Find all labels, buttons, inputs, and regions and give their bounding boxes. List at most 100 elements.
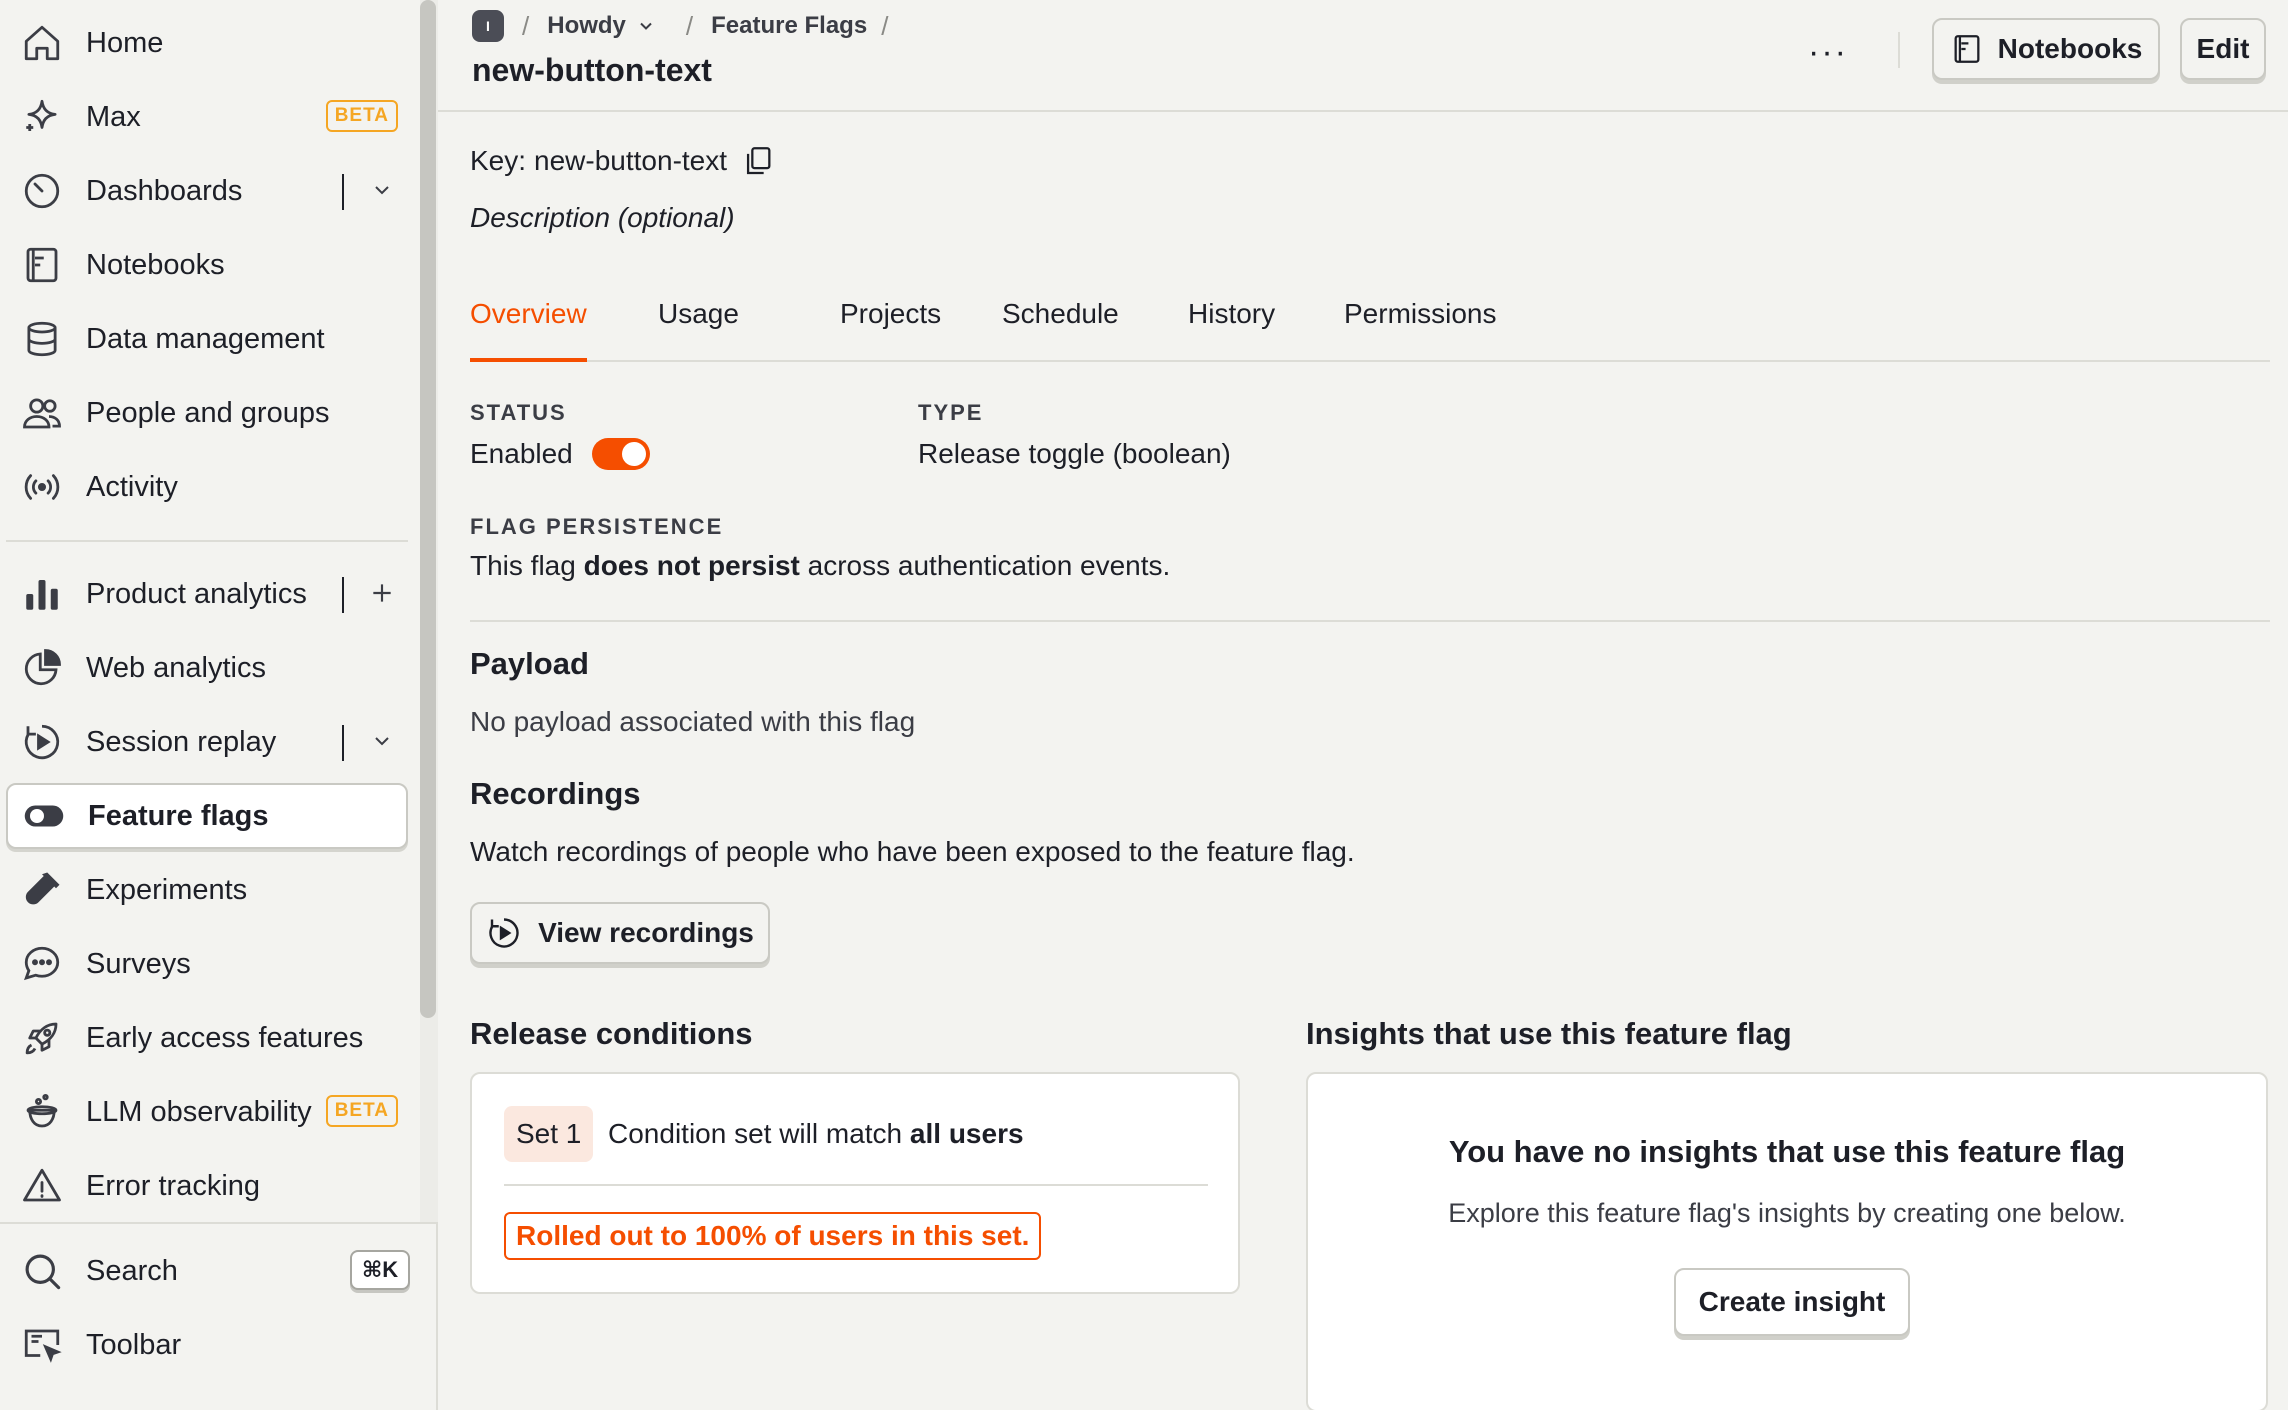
recordings-title: Recordings xyxy=(470,776,641,811)
sidebar-item-label: Error tracking xyxy=(86,1169,261,1202)
notebooks-button[interactable]: Notebooks xyxy=(1932,18,2160,80)
view-recordings-label: View recordings xyxy=(538,917,754,948)
notebook-icon xyxy=(1950,32,1984,66)
bar-chart-icon xyxy=(20,572,64,616)
breadcrumb-project[interactable]: Howdy xyxy=(547,12,626,40)
type-value: Release toggle (boolean) xyxy=(918,438,1231,469)
people-icon xyxy=(20,391,64,435)
gauge-icon xyxy=(20,169,64,213)
sidebar-item-product-analytics[interactable]: Product analytics xyxy=(6,561,408,627)
sidebar: Home Max BETA Dashboards Notebooks Data … xyxy=(0,0,438,1410)
sidebar-item-label: Data management xyxy=(86,322,325,355)
sparkle-icon xyxy=(20,95,64,139)
search-icon xyxy=(20,1249,64,1293)
sidebar-bottom: Search ⌘K Toolbar xyxy=(0,1222,436,1410)
sidebar-item-max[interactable]: Max BETA xyxy=(6,84,408,150)
sidebar-item-people-and-groups[interactable]: People and groups xyxy=(6,380,408,446)
insights-title: Insights that use this feature flag xyxy=(1306,1016,1792,1051)
sidebar-item-label: Surveys xyxy=(86,947,191,980)
rollout-badge: Rolled out to 100% of users in this set. xyxy=(504,1212,1042,1260)
sidebar-item-label: Notebooks xyxy=(86,248,225,281)
tab-overview[interactable]: Overview xyxy=(470,298,587,362)
sidebar-item-surveys[interactable]: Surveys xyxy=(6,931,408,997)
flag-key-row: Key: new-button-text xyxy=(470,144,775,178)
sidebar-item-feature-flags[interactable]: Feature flags xyxy=(6,783,408,849)
copy-icon[interactable] xyxy=(741,144,775,178)
status-toggle[interactable] xyxy=(592,438,650,470)
sidebar-item-label: Product analytics xyxy=(86,577,307,610)
chevron-down-icon[interactable] xyxy=(362,170,402,210)
chevron-down-icon[interactable] xyxy=(362,721,402,761)
divider xyxy=(1898,32,1900,68)
sidebar-item-label: Early access features xyxy=(86,1021,364,1054)
sidebar-scrollbar-thumb[interactable] xyxy=(420,0,436,1018)
sidebar-item-dashboards[interactable]: Dashboards xyxy=(6,158,408,224)
home-icon xyxy=(20,21,64,65)
edit-button-label: Edit xyxy=(2196,33,2250,64)
condition-text-pre: Condition set will match xyxy=(608,1118,903,1149)
persistence-text-post: across authentication events. xyxy=(807,550,1171,581)
broadcast-icon xyxy=(20,465,64,509)
sidebar-item-label: Web analytics xyxy=(86,651,266,684)
divider xyxy=(342,174,344,210)
breadcrumb-section[interactable]: Feature Flags xyxy=(711,12,867,40)
sidebar-item-session-replay[interactable]: Session replay xyxy=(6,709,408,775)
sidebar-item-llm-observability[interactable]: LLM observability BETA xyxy=(6,1079,408,1145)
tab-permissions[interactable]: Permissions xyxy=(1344,298,1496,362)
plus-icon[interactable] xyxy=(362,573,402,613)
sidebar-item-label: Toolbar xyxy=(86,1328,182,1361)
rocket-icon xyxy=(20,1016,64,1060)
sidebar-item-search[interactable]: Search ⌘K xyxy=(6,1238,410,1304)
pie-chart-icon xyxy=(20,646,64,690)
persistence-label: FLAG PERSISTENCE xyxy=(470,514,724,539)
tab-projects[interactable]: Projects xyxy=(840,298,941,362)
chevron-down-icon[interactable] xyxy=(636,16,656,36)
sidebar-nav: Home Max BETA Dashboards Notebooks Data … xyxy=(0,0,420,1222)
sidebar-item-error-tracking[interactable]: Error tracking xyxy=(6,1153,408,1219)
sidebar-item-home[interactable]: Home xyxy=(6,10,408,76)
sidebar-divider xyxy=(6,540,408,542)
create-insight-button[interactable]: Create insight xyxy=(1674,1268,1910,1336)
beta-badge: BETA xyxy=(325,100,398,132)
release-conditions-title: Release conditions xyxy=(470,1016,753,1051)
toolbar-icon xyxy=(20,1323,64,1367)
divider xyxy=(342,577,344,613)
project-avatar[interactable]: I xyxy=(472,10,504,42)
condition-text-bold: all users xyxy=(909,1118,1024,1149)
sidebar-item-label: Dashboards xyxy=(86,174,243,207)
cauldron-icon xyxy=(20,1090,64,1134)
type-label: TYPE xyxy=(918,400,984,425)
status-label: STATUS xyxy=(470,400,567,425)
beta-badge: BETA xyxy=(325,1095,398,1127)
description-field[interactable]: Description (optional) xyxy=(470,202,735,234)
sidebar-item-label: Activity xyxy=(86,470,178,503)
tab-schedule[interactable]: Schedule xyxy=(1002,298,1119,362)
tab-usage[interactable]: Usage xyxy=(658,298,739,362)
chat-icon xyxy=(20,942,64,986)
database-icon xyxy=(20,317,64,361)
payload-text: No payload associated with this flag xyxy=(470,706,916,737)
sidebar-item-activity[interactable]: Activity xyxy=(6,454,408,520)
replay-icon xyxy=(486,915,522,951)
sidebar-item-experiments[interactable]: Experiments xyxy=(6,857,408,923)
tab-history[interactable]: History xyxy=(1188,298,1275,362)
sidebar-item-web-analytics[interactable]: Web analytics xyxy=(6,635,408,701)
set-badge: Set 1 xyxy=(504,1106,594,1162)
toggle-icon xyxy=(22,794,66,838)
sidebar-item-label: Feature flags xyxy=(88,799,269,832)
sidebar-item-early-access-features[interactable]: Early access features xyxy=(6,1005,408,1071)
sidebar-item-toolbar[interactable]: Toolbar xyxy=(6,1312,408,1378)
sidebar-item-label: Max xyxy=(86,100,141,133)
edit-button[interactable]: Edit xyxy=(2180,18,2266,80)
sidebar-item-data-management[interactable]: Data management xyxy=(6,306,408,372)
sidebar-item-notebooks[interactable]: Notebooks xyxy=(6,232,408,298)
breadcrumb: I / Howdy / Feature Flags / xyxy=(472,8,906,44)
warning-icon xyxy=(20,1164,64,1208)
payload-title: Payload xyxy=(470,646,589,681)
more-options-button[interactable]: ··· xyxy=(1798,30,1858,74)
recordings-text: Watch recordings of people who have been… xyxy=(470,836,1355,867)
sidebar-item-label: Home xyxy=(86,26,164,59)
sidebar-item-label: Search xyxy=(86,1254,178,1287)
flask-icon xyxy=(20,868,64,912)
view-recordings-button[interactable]: View recordings xyxy=(470,902,770,964)
